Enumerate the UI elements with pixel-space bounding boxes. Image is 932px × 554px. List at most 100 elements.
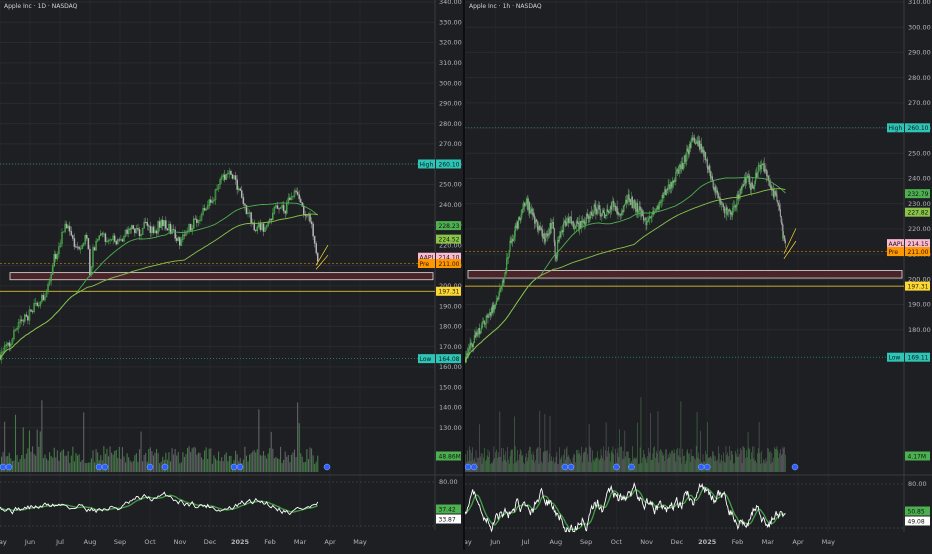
earnings-icon[interactable]	[471, 464, 477, 470]
daily-chart-panel[interactable]: Apple Inc · 1D · NASDAQ 340.00330.00320.…	[0, 0, 463, 550]
daily-chart-canvas[interactable]: 340.00330.00320.00310.00300.00290.00280.…	[0, 0, 463, 550]
volume-bar	[648, 448, 649, 472]
price-tick-label: 240.00	[908, 175, 931, 183]
volume-bar	[619, 429, 620, 472]
price-tick-label: 170.00	[439, 343, 462, 351]
candle	[753, 188, 754, 189]
volume-bar	[506, 451, 507, 472]
volume-bar	[675, 453, 676, 472]
candle	[511, 241, 512, 243]
volume-bar	[94, 462, 95, 472]
candle	[619, 214, 620, 215]
earnings-icon[interactable]	[6, 464, 12, 470]
dividend-icon[interactable]	[324, 464, 330, 470]
candle	[590, 217, 591, 218]
volume-bar	[520, 449, 521, 472]
earnings-icon[interactable]	[162, 464, 168, 470]
ma-fast-tag: 228.23	[436, 221, 461, 230]
earnings-icon[interactable]	[102, 464, 108, 470]
candle	[150, 226, 151, 233]
price-tick-label: 330.00	[439, 18, 462, 26]
candle	[549, 234, 550, 235]
time-tick-label: Sep	[114, 538, 126, 546]
dividend-icon[interactable]	[613, 464, 619, 470]
dividend-icon[interactable]	[0, 464, 6, 470]
volume-bar	[196, 455, 197, 472]
volume-bar	[552, 461, 553, 472]
volume-bar	[698, 458, 699, 472]
volume-bar	[729, 446, 730, 472]
dividend-icon[interactable]	[465, 464, 471, 470]
high-price-tag-prefix: High	[889, 125, 903, 132]
volume-bar	[55, 457, 56, 472]
volume-bar	[493, 460, 494, 472]
volume-bar	[178, 452, 179, 472]
candle	[688, 150, 689, 154]
volume-bar	[728, 456, 729, 472]
candle	[235, 176, 236, 180]
volume-bar	[695, 460, 696, 472]
candle	[175, 230, 176, 238]
candle	[618, 213, 619, 214]
hourly-chart-panel[interactable]: Apple Inc · 1h · NASDAQ 310.00300.00290.…	[465, 0, 932, 550]
volume-bar	[91, 458, 92, 472]
volume-bar	[594, 461, 595, 472]
price-tick-label: 310.00	[439, 59, 462, 67]
earnings-icon[interactable]	[704, 464, 710, 470]
support-price-tag: 197.31	[905, 282, 930, 291]
volume-bar	[41, 400, 42, 472]
candle	[599, 206, 600, 209]
candle	[196, 219, 197, 223]
volume-bar	[198, 453, 199, 472]
volume-bar	[274, 458, 275, 472]
volume-bar	[317, 456, 318, 472]
volume-bar	[495, 452, 496, 472]
volume-bar	[682, 449, 683, 472]
volume-bar	[680, 457, 681, 472]
volume-bar	[40, 431, 41, 472]
volume-bar	[689, 453, 690, 472]
dividend-icon[interactable]	[562, 464, 568, 470]
candle	[673, 181, 674, 183]
candle	[487, 316, 488, 317]
volume-bar	[581, 447, 582, 472]
candle	[558, 240, 559, 241]
volume-bar	[612, 453, 613, 472]
volume-bar	[541, 461, 542, 472]
volume-bar	[628, 451, 629, 472]
volume-bar	[718, 446, 719, 472]
hourly-chart-canvas[interactable]: 310.00300.00290.00280.00270.00260.00250.…	[465, 0, 932, 550]
volume-bar	[774, 447, 775, 472]
volume-bar	[731, 451, 732, 472]
dividend-icon[interactable]	[96, 464, 102, 470]
high-price-tag: High260.10	[887, 123, 930, 132]
candle	[615, 206, 616, 211]
candle	[277, 206, 278, 209]
dividend-icon[interactable]	[147, 464, 153, 470]
candle	[710, 172, 711, 178]
volume-bar	[82, 460, 83, 472]
earnings-icon[interactable]	[629, 464, 635, 470]
premarket-price-tag: Pre211.00	[418, 259, 461, 268]
dividend-icon[interactable]	[231, 464, 237, 470]
volume-bar	[309, 448, 310, 472]
candle	[705, 152, 706, 160]
candle	[735, 206, 736, 208]
candle	[210, 200, 211, 203]
price-tick-label: 250.00	[908, 149, 931, 157]
volume-bar	[302, 457, 303, 472]
time-tick-label: 2025	[698, 538, 717, 546]
volume-bar	[665, 450, 666, 472]
dividend-icon[interactable]	[792, 464, 798, 470]
dividend-icon[interactable]	[698, 464, 704, 470]
volume-bar	[602, 455, 603, 472]
support-price-tag-value: 197.31	[439, 289, 460, 296]
earnings-icon[interactable]	[237, 464, 243, 470]
volume-bar	[540, 448, 541, 472]
volume-bar	[526, 453, 527, 472]
volume-bar	[775, 449, 776, 472]
price-tick-label: 300.00	[439, 79, 462, 87]
volume-bar	[288, 455, 289, 472]
earnings-icon[interactable]	[568, 464, 574, 470]
volume-bar	[727, 455, 728, 472]
